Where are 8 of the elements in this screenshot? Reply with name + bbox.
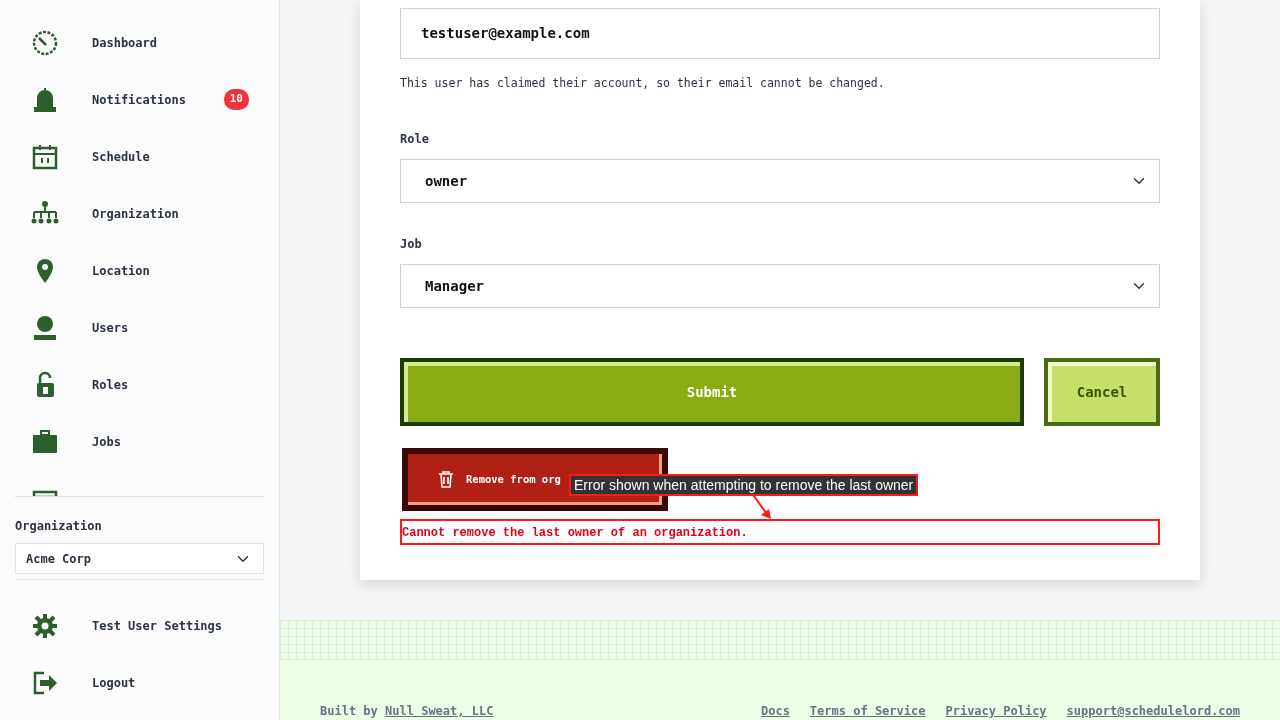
footer-credit: Built by Null Sweat, LLC: [320, 703, 494, 720]
field-label: Role: [400, 131, 430, 149]
error-message: Cannot remove the last owner of an organization.: [400, 519, 1160, 546]
notification-count: 10: [223, 89, 249, 110]
field-label: Job: [400, 236, 423, 254]
organization-label: Organization: [15, 518, 103, 535]
annotation-tooltip: Error shown when attempting to remove the last owner: [569, 474, 919, 497]
email-help-text: This user has claimed their account, so their email cannot be changed.: [400, 75, 886, 92]
